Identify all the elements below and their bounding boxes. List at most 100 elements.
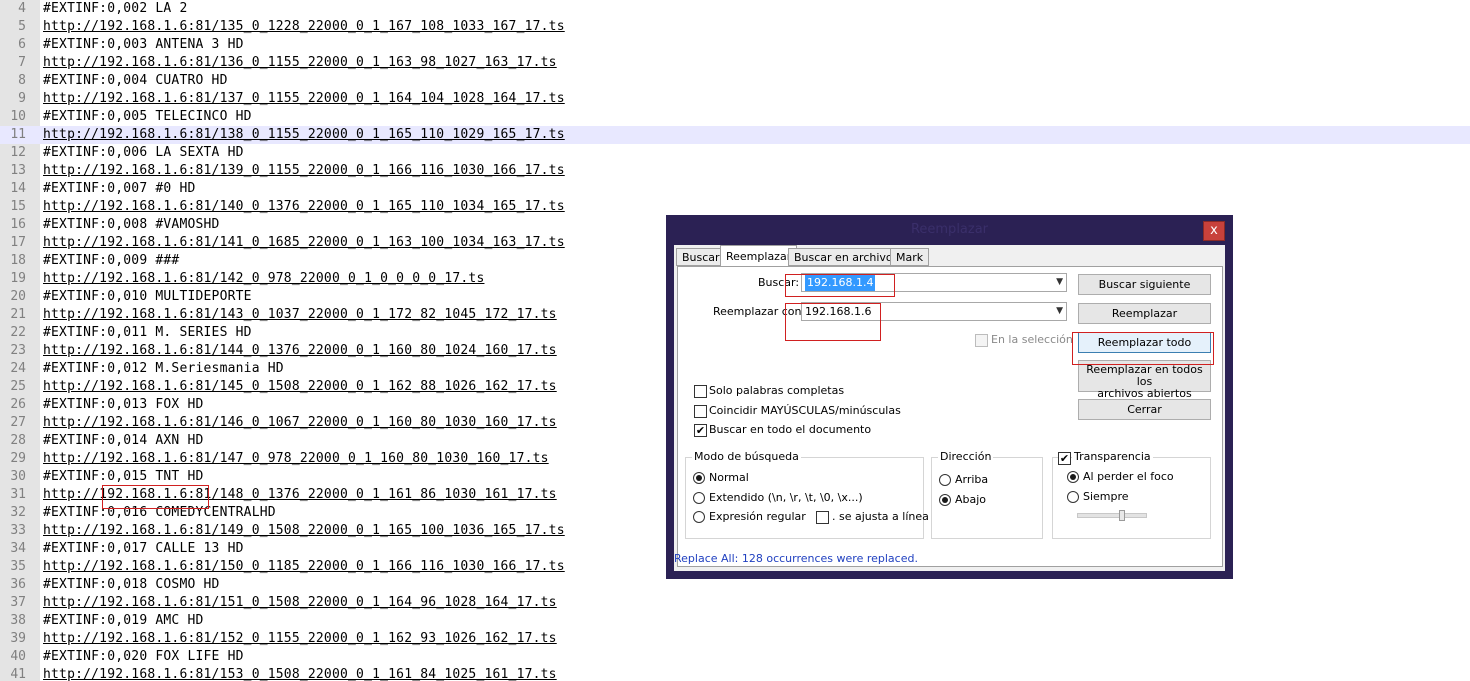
extinf-line-text: #EXTINF:0,010 MULTIDEPORTE: [43, 289, 252, 304]
dot-newline-checkbox[interactable]: [816, 511, 829, 524]
line-number: 41: [10, 667, 26, 681]
normal-radio[interactable]: [693, 472, 705, 484]
line-number: 13: [10, 163, 26, 178]
line-number: 33: [10, 523, 26, 538]
whole-word-checkbox[interactable]: [694, 385, 707, 398]
editor-line[interactable]: 39 http://192.168.1.6:81/152_0_1155_22000…: [0, 630, 1470, 648]
editor-line[interactable]: 38 #EXTINF:0,019 AMC HD: [0, 612, 1470, 630]
editor-line[interactable]: 40 #EXTINF:0,020 FOX LIFE HD: [0, 648, 1470, 666]
url-line-text[interactable]: http://192.168.1.6:81/145_0_1508_22000_0…: [43, 378, 557, 396]
url-line-text[interactable]: http://192.168.1.6:81/153_0_1508_22000_0…: [43, 666, 557, 681]
on-lose-focus-radio[interactable]: [1067, 471, 1079, 483]
in-selection-checkbox[interactable]: [975, 334, 988, 347]
line-number: 27: [10, 415, 26, 430]
line-number: 15: [10, 199, 26, 214]
chevron-down-icon[interactable]: ▼: [1056, 274, 1063, 291]
tab-buscar-en-archivos[interactable]: Buscar en archivos: [788, 248, 905, 266]
extinf-line-text: #EXTINF:0,006 LA SEXTA HD: [43, 145, 244, 160]
wrap-around-label: Buscar en todo el documento: [709, 423, 872, 436]
chevron-down-icon[interactable]: ▼: [1056, 303, 1063, 320]
url-line-text[interactable]: http://192.168.1.6:81/137_0_1155_22000_0…: [43, 90, 565, 108]
tab-mark[interactable]: Mark: [890, 248, 930, 266]
url-line-text[interactable]: http://192.168.1.6:81/136_0_1155_22000_0…: [43, 54, 557, 72]
dialog-client: Buscar Reemplazar Buscar en archivos Mar…: [674, 245, 1225, 571]
extinf-line-text: #EXTINF:0,020 FOX LIFE HD: [43, 649, 244, 664]
line-number: 12: [10, 145, 26, 160]
extinf-line-text: #EXTINF:0,015 TNT HD: [43, 469, 204, 484]
url-line-text[interactable]: http://192.168.1.6:81/138_0_1155_22000_0…: [43, 126, 565, 144]
url-line-text[interactable]: http://192.168.1.6:81/149_0_1508_22000_0…: [43, 522, 565, 540]
line-number: 20: [10, 289, 26, 304]
tab-buscar[interactable]: Buscar: [676, 248, 726, 266]
editor-line[interactable]: 41 http://192.168.1.6:81/153_0_1508_22000…: [0, 666, 1470, 681]
editor-line[interactable]: 10 #EXTINF:0,005 TELECINCO HD: [0, 108, 1470, 126]
editor-line[interactable]: 12 #EXTINF:0,006 LA SEXTA HD: [0, 144, 1470, 162]
replace-all-open-line1: Reemplazar en todos los: [1086, 363, 1203, 388]
url-line-text[interactable]: http://192.168.1.6:81/141_0_1685_22000_0…: [43, 234, 565, 252]
editor-line[interactable]: 4 #EXTINF:0,002 LA 2: [0, 0, 1470, 18]
regex-radio[interactable]: [693, 511, 705, 523]
extinf-line-text: #EXTINF:0,013 FOX HD: [43, 397, 204, 412]
close-button[interactable]: Cerrar: [1078, 399, 1211, 420]
url-line-text[interactable]: http://192.168.1.6:81/144_0_1376_22000_0…: [43, 342, 557, 360]
highlight-box-ip: [102, 485, 209, 509]
dialog-titlebar[interactable]: Reemplazar x: [666, 215, 1233, 245]
editor-line[interactable]: 15 http://192.168.1.6:81/140_0_1376_22000…: [0, 198, 1470, 216]
line-number: 37: [10, 595, 26, 610]
search-mode-group: Modo de búsqueda Normal Extendido (\n, \…: [685, 450, 929, 539]
extinf-line-text: #EXTINF:0,014 AXN HD: [43, 433, 204, 448]
url-line-text[interactable]: http://192.168.1.6:81/142_0_978_22000_0_…: [43, 270, 484, 288]
replace-button[interactable]: Reemplazar: [1078, 303, 1211, 324]
dialog-title: Reemplazar: [910, 222, 989, 237]
editor-line[interactable]: 8 #EXTINF:0,004 CUATRO HD: [0, 72, 1470, 90]
line-number: 29: [10, 451, 26, 466]
search-mode-title: Modo de búsqueda: [692, 450, 801, 463]
url-line-text[interactable]: http://192.168.1.6:81/147_0_978_22000_0_…: [43, 450, 549, 468]
editor-line[interactable]: 9 http://192.168.1.6:81/137_0_1155_22000_…: [0, 90, 1470, 108]
editor-line[interactable]: 37 http://192.168.1.6:81/151_0_1508_22000…: [0, 594, 1470, 612]
find-next-button[interactable]: Buscar siguiente: [1078, 274, 1211, 295]
editor-line[interactable]: 6 #EXTINF:0,003 ANTENA 3 HD: [0, 36, 1470, 54]
url-line-text[interactable]: http://192.168.1.6:81/143_0_1037_22000_0…: [43, 306, 557, 324]
url-line-text[interactable]: http://192.168.1.6:81/135_0_1228_22000_0…: [43, 18, 565, 36]
normal-label: Normal: [709, 471, 749, 484]
match-case-checkbox[interactable]: [694, 405, 707, 418]
replace-dialog: Reemplazar x Buscar Reemplazar Buscar en…: [666, 215, 1233, 579]
line-number: 14: [10, 181, 26, 196]
dot-newline-label: . se ajusta a línea: [832, 510, 929, 523]
url-line-text[interactable]: http://192.168.1.6:81/150_0_1185_22000_0…: [43, 558, 565, 576]
line-number: 30: [10, 469, 26, 484]
always-radio[interactable]: [1067, 491, 1079, 503]
wrap-around-checkbox[interactable]: ✔: [694, 424, 707, 437]
editor-line[interactable]: 14 #EXTINF:0,007 #0 HD: [0, 180, 1470, 198]
editor-line[interactable]: 11 http://192.168.1.6:81/138_0_1155_22000…: [0, 126, 1470, 144]
transparency-slider-thumb[interactable]: [1118, 510, 1125, 521]
tab-reemplazar[interactable]: Reemplazar: [720, 245, 798, 267]
url-line-text[interactable]: http://192.168.1.6:81/140_0_1376_22000_0…: [43, 198, 565, 216]
editor-line[interactable]: 5 http://192.168.1.6:81/135_0_1228_22000_…: [0, 18, 1470, 36]
url-line-text[interactable]: http://192.168.1.6:81/151_0_1508_22000_0…: [43, 594, 557, 612]
line-number: 19: [10, 271, 26, 286]
transparency-slider[interactable]: [1077, 513, 1147, 518]
line-number: 25: [10, 379, 26, 394]
line-number: 40: [10, 649, 26, 664]
status-message: Replace All: 128 occurrences were replac…: [674, 552, 918, 565]
line-number: 11: [10, 127, 26, 142]
url-line-text[interactable]: http://192.168.1.6:81/146_0_1067_22000_0…: [43, 414, 557, 432]
extinf-line-text: #EXTINF:0,011 M. SERIES HD: [43, 325, 252, 340]
line-number: 22: [10, 325, 26, 340]
transparency-title: Transparencia: [1072, 450, 1153, 463]
editor-line[interactable]: 13 http://192.168.1.6:81/139_0_1155_22000…: [0, 162, 1470, 180]
url-line-text[interactable]: http://192.168.1.6:81/139_0_1155_22000_0…: [43, 162, 565, 180]
close-icon[interactable]: x: [1203, 221, 1225, 241]
up-radio[interactable]: [939, 474, 951, 486]
url-line-text[interactable]: http://192.168.1.6:81/152_0_1155_22000_0…: [43, 630, 557, 648]
down-radio[interactable]: [939, 494, 951, 506]
extended-radio[interactable]: [693, 492, 705, 504]
line-number: 28: [10, 433, 26, 448]
transparency-group: ✔ Transparencia Al perder el foco Siempr…: [1052, 450, 1211, 539]
line-number: 36: [10, 577, 26, 592]
transparency-checkbox[interactable]: ✔: [1058, 452, 1071, 465]
line-number: 24: [10, 361, 26, 376]
editor-line[interactable]: 7 http://192.168.1.6:81/136_0_1155_22000_…: [0, 54, 1470, 72]
